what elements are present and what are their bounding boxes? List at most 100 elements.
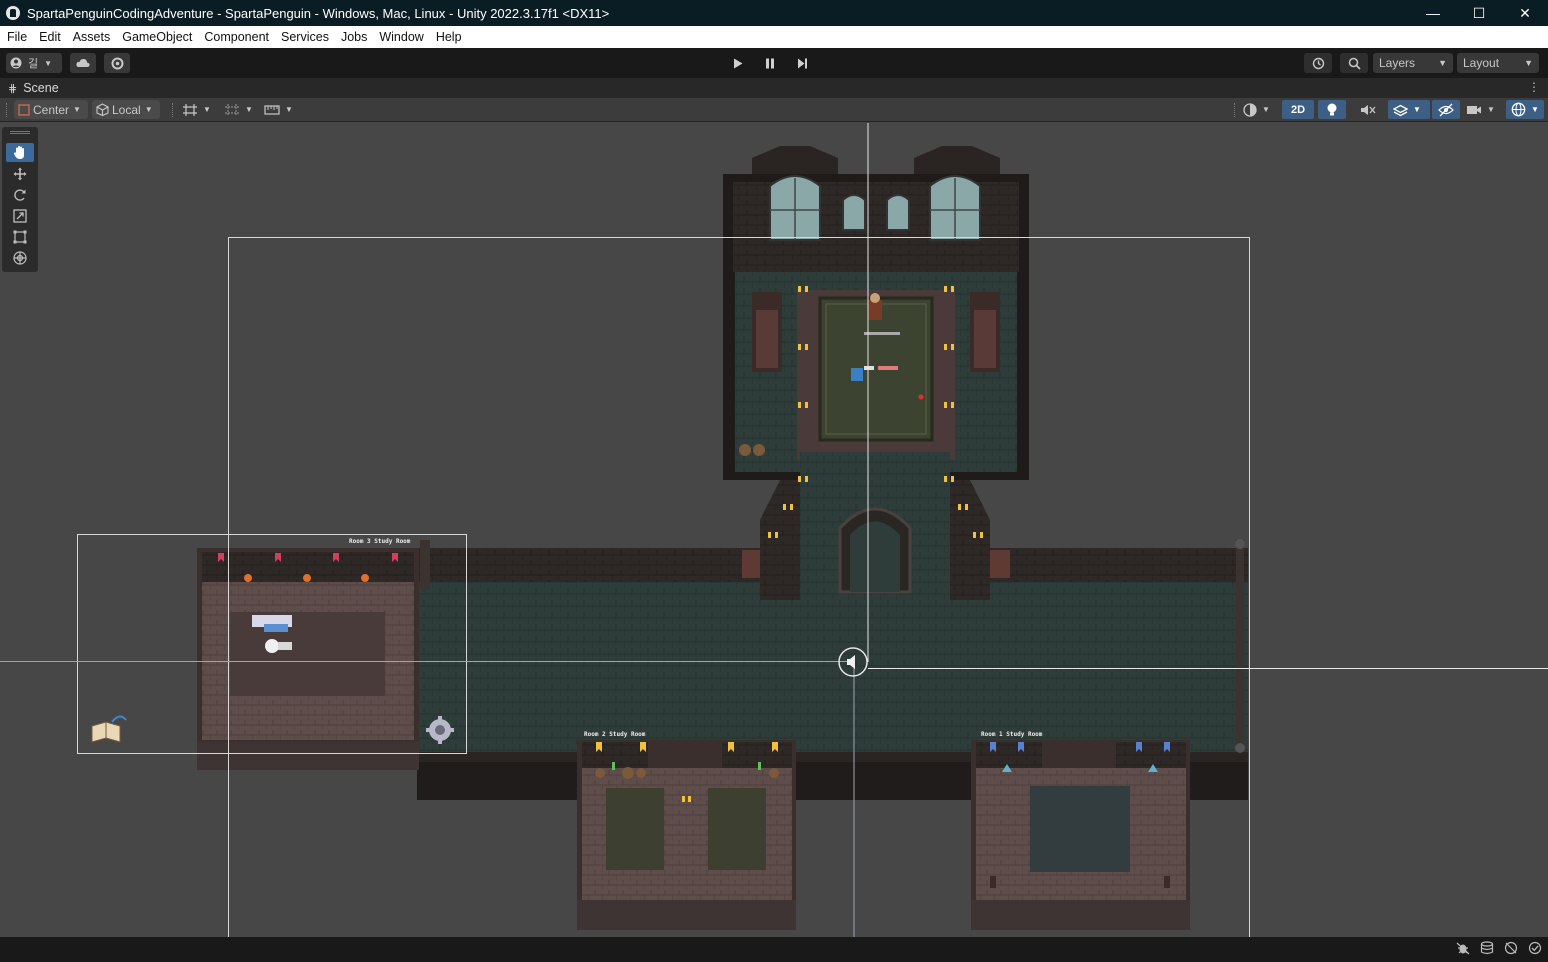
more-options-icon[interactable]: ⋮ [1528,80,1540,94]
grid-snap-icon [183,103,197,116]
layout-label: Layout [1463,56,1500,70]
scene-toolbar: Center ▼ Local ▼ ▼ ▼ ▼ ▼ 2D ▼ ▼ ▼ [0,98,1548,122]
pause-button[interactable] [756,53,784,73]
toolbar-grip [6,103,8,117]
history-icon [1312,57,1324,69]
scene-canvas[interactable] [0,123,1548,937]
pivot-dropdown[interactable]: Center ▼ [14,100,88,119]
step-icon [797,58,807,68]
chevron-down-icon: ▼ [73,105,81,114]
scale-icon [13,208,27,223]
cloud-icon [76,58,90,67]
account-icon [10,57,22,69]
chevron-down-icon: ▼ [44,58,53,68]
gizmos-globe-icon [1511,102,1526,117]
step-button[interactable] [788,53,816,73]
eye-slash-icon [1438,103,1454,116]
camera-icon [1467,105,1481,114]
window-title: SpartaPenguinCodingAdventure - SpartaPen… [27,5,610,21]
play-icon [734,58,743,68]
transform-tool-button[interactable] [6,248,34,267]
local-cube-icon [96,103,109,116]
undo-history-button[interactable] [1304,53,1332,73]
cache-server-icon[interactable] [1480,941,1494,955]
shading-mode-icon [1243,102,1257,117]
draw-mode-dropdown[interactable]: ▼ [1242,100,1270,119]
space-dropdown[interactable]: Local ▼ [92,100,160,119]
grid-visibility-icon [225,103,239,116]
hand-tool-button[interactable] [6,143,34,162]
global-illumination-icon[interactable] [1504,941,1518,955]
gizmos-dropdown[interactable]: ▼ [1506,100,1544,119]
window-controls: — ☐ ✕ [1410,0,1548,26]
account-label: 길 [28,58,39,70]
minimize-button[interactable]: — [1410,0,1456,26]
transform-globe-icon [13,250,27,265]
chevron-down-icon: ▼ [1413,105,1421,114]
effects-dropdown[interactable]: ▼ [1388,100,1430,119]
collab-button[interactable] [104,53,130,73]
increment-snap-toggle[interactable]: ▼ [264,100,293,119]
menu-services[interactable]: Services [275,26,335,48]
room-bottom-middle-label: Room 2 Study Room [584,731,646,738]
close-button[interactable]: ✕ [1502,0,1548,26]
status-bar [0,937,1548,962]
rotate-tool-button[interactable] [6,185,34,204]
grid-snap-toggle[interactable]: ▼ [182,100,211,119]
audio-toggle[interactable] [1354,100,1382,119]
layers-label: Layers [1379,56,1416,70]
effects-layers-icon [1393,104,1408,116]
playmode-controls [724,53,816,73]
mode-2d-toggle[interactable]: 2D [1282,100,1314,119]
toolbar-separator [1234,103,1236,117]
search-icon [1348,57,1361,70]
audio-mute-icon [1361,104,1376,115]
space-label: Local [112,102,141,117]
cloud-button[interactable] [70,53,96,73]
palette-grip[interactable] [10,131,30,134]
scene-view[interactable]: Room 3 Study Room Room 2 Study Room Room… [0,123,1548,937]
account-dropdown[interactable]: 길 ▼ [6,53,62,73]
menu-jobs[interactable]: Jobs [335,26,373,48]
search-button[interactable] [1340,53,1368,73]
chevron-down-icon: ▼ [203,105,211,114]
menu-gameobject[interactable]: GameObject [116,26,198,48]
chevron-down-icon: ▼ [245,105,253,114]
maximize-button[interactable]: ☐ [1456,0,1502,26]
rect-tool-button[interactable] [6,227,34,246]
menu-file[interactable]: File [1,26,33,48]
pivot-label: Center [33,102,70,117]
book-icon[interactable] [91,715,127,743]
menu-component[interactable]: Component [198,26,275,48]
move-tool-button[interactable] [6,164,34,183]
rotate-icon [14,188,26,201]
bug-icon[interactable] [1456,941,1470,955]
grid-visibility-toggle[interactable]: ▼ [224,100,253,119]
chevron-down-icon: ▼ [285,105,293,114]
throne-hall [723,146,1029,480]
lighting-toggle[interactable] [1318,100,1346,119]
room-bottom-right-label: Room 1 Study Room [981,731,1043,738]
menu-window[interactable]: Window [373,26,429,48]
lightbulb-icon [1327,103,1337,115]
main-toolbar: 길 ▼ Layers ▼ Layout ▼ [0,48,1548,78]
layers-dropdown[interactable]: Layers ▼ [1373,53,1453,73]
menu-help[interactable]: Help [430,26,468,48]
chevron-down-icon: ▼ [1262,105,1270,114]
unity-logo-icon [6,6,20,20]
scene-visibility-toggle[interactable] [1432,100,1460,119]
layout-dropdown[interactable]: Layout ▼ [1457,53,1539,73]
scale-tool-button[interactable] [6,206,34,225]
menu-assets[interactable]: Assets [67,26,117,48]
title-bar: SpartaPenguinCodingAdventure - SpartaPen… [0,0,1548,26]
scene-camera-dropdown[interactable]: ▼ [1466,100,1495,119]
menu-bar: File Edit Assets GameObject Component Se… [0,26,1548,48]
tool-palette [2,127,38,272]
room-bottom-middle [577,740,796,930]
room-left [197,548,419,770]
play-button[interactable] [724,53,752,73]
check-circle-icon[interactable] [1528,941,1542,955]
room-bottom-right [971,740,1190,930]
menu-edit[interactable]: Edit [33,26,67,48]
tab-scene[interactable]: ⋕ Scene [0,81,59,95]
